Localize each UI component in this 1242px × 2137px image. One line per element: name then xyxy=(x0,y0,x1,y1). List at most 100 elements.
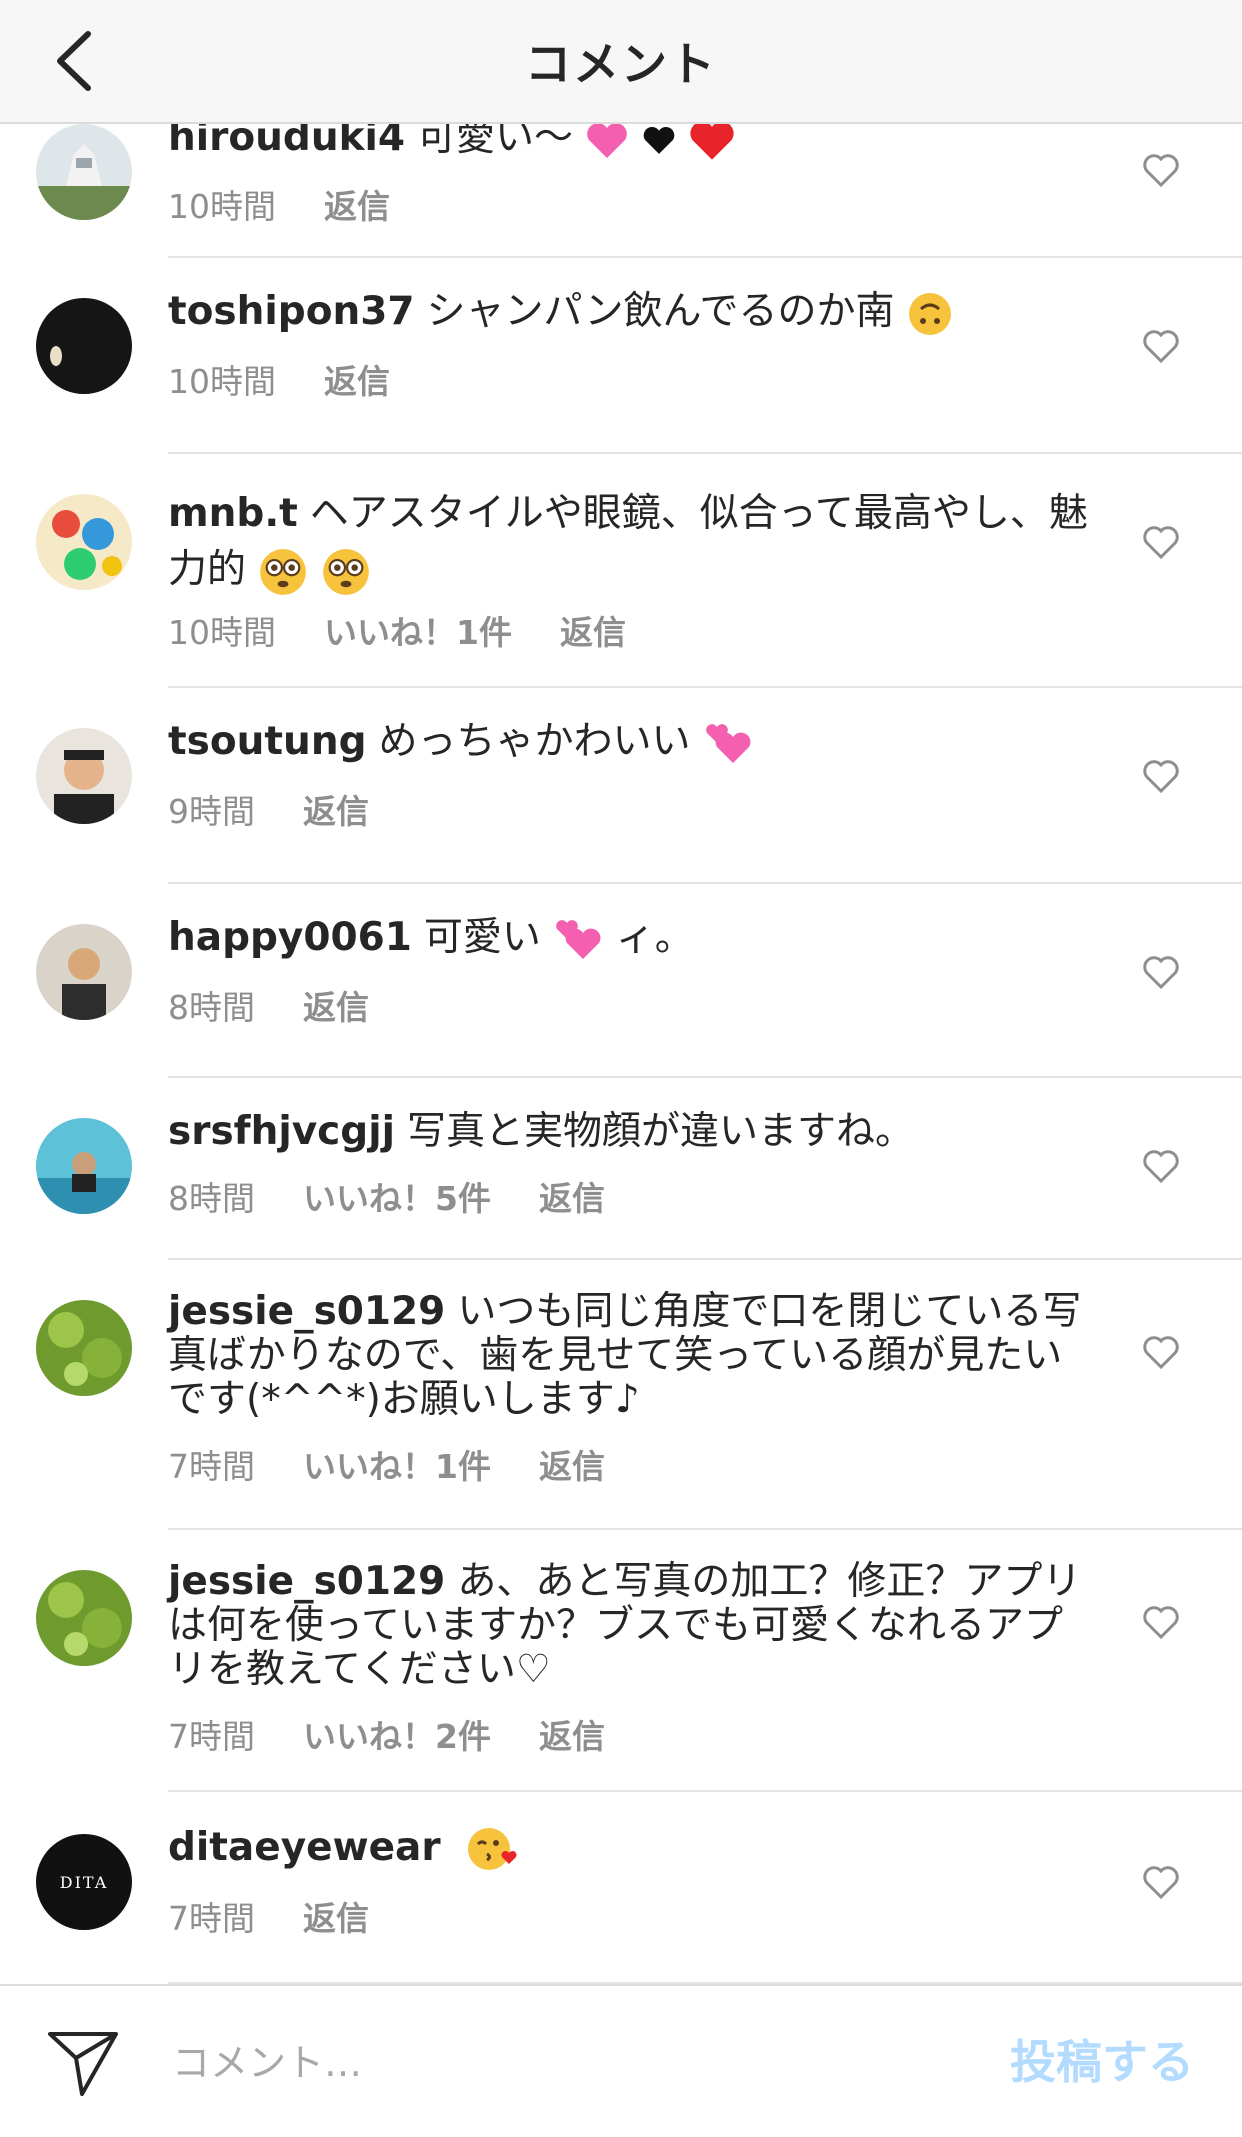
heart-icon[interactable] xyxy=(1142,758,1180,794)
post-button[interactable]: 投稿する xyxy=(1010,2026,1194,2092)
avatar[interactable] xyxy=(36,494,132,590)
heart-icon[interactable] xyxy=(1142,152,1180,188)
comment-username[interactable]: jessie_s0129 xyxy=(168,1559,445,1604)
comment-body: mnb.t ヘアスタイルや眼鏡、似合って最高やし、魅力的 10時間 いいね！1件 返信 xyxy=(168,486,1088,654)
comment-meta: 10時間 返信 xyxy=(168,355,1088,403)
avatar[interactable] xyxy=(36,124,132,220)
comment-time: 8時間 xyxy=(168,987,255,1027)
comment-time: 10時間 xyxy=(168,361,276,401)
heart-icon[interactable] xyxy=(1142,328,1180,364)
divider xyxy=(168,1076,1242,1078)
comment-message: シャンパン飲んでるのか南 xyxy=(426,289,895,334)
comment-username[interactable]: happy0061 xyxy=(168,915,412,960)
comment-meta: 7時間 いいね！1件 返信 xyxy=(168,1440,1088,1488)
comment-message: めっちゃかわいい xyxy=(378,719,691,764)
comment-text: jessie_s0129 あ、あと写真の加工？修正？アプリは何を使っていますか？ブ… xyxy=(168,1560,1088,1692)
comment-meta: 8時間 返信 xyxy=(168,981,1088,1029)
reply-button[interactable]: 返信 xyxy=(324,187,390,226)
comment-body: srsfhjvcgjj 写真と実物顔が違いますね。 8時間 いいね！5件 返信 xyxy=(168,1110,1088,1220)
avatar[interactable] xyxy=(36,1118,132,1214)
comment-meta: 9時間 返信 xyxy=(168,785,1088,833)
reply-button[interactable]: 返信 xyxy=(303,1899,369,1938)
divider xyxy=(168,256,1242,258)
avatar-logo-text: DITA xyxy=(59,1872,109,1892)
reply-button[interactable]: 返信 xyxy=(324,362,390,401)
paper-plane-icon[interactable] xyxy=(46,2028,120,2098)
avatar[interactable]: DITA xyxy=(36,1834,132,1930)
avatar[interactable] xyxy=(36,1300,132,1396)
comment-body: toshipon37 シャンパン飲んでるのか南 10時間 返信 xyxy=(168,290,1088,403)
comment-meta: 7時間 いいね！2件 返信 xyxy=(168,1710,1088,1758)
comment-message: 可愛い xyxy=(423,915,541,960)
heart-icon[interactable] xyxy=(1142,1864,1180,1900)
heart-icon[interactable] xyxy=(1142,1148,1180,1184)
reply-button[interactable]: 返信 xyxy=(303,792,369,831)
comment-body: tsoutung めっちゃかわいい 9時間 返信 xyxy=(168,720,1088,833)
reply-button[interactable]: 返信 xyxy=(303,988,369,1027)
header-bar: コメント xyxy=(0,0,1242,124)
heart-icon[interactable] xyxy=(1142,1334,1180,1370)
comment-text: srsfhjvcgjj 写真と実物顔が違いますね。 xyxy=(168,1110,1088,1154)
comment-text: tsoutung めっちゃかわいい xyxy=(168,720,1088,767)
comment-message: 可愛い〜 xyxy=(417,124,574,160)
comment-text: ditaeyewear xyxy=(168,1824,1088,1874)
comment-username[interactable]: srsfhjvcgjj xyxy=(168,1109,395,1154)
comment-time: 8時間 xyxy=(168,1179,255,1218)
flushed-face-icon xyxy=(323,548,369,595)
comment-meta: 8時間 いいね！5件 返信 xyxy=(168,1172,1088,1220)
upside-down-face-icon xyxy=(908,292,951,335)
comment-composer: コメント… 投稿する xyxy=(0,1984,1242,2137)
comment-username[interactable]: tsoutung xyxy=(168,719,367,764)
comment-username[interactable]: ditaeyewear xyxy=(168,1825,441,1870)
comment-username[interactable]: toshipon37 xyxy=(168,289,415,334)
comment-body: jessie_s0129 あ、あと写真の加工？修正？アプリは何を使っていますか？ブ… xyxy=(168,1560,1088,1758)
heart-icon[interactable] xyxy=(1142,954,1180,990)
divider xyxy=(168,1790,1242,1792)
comment-time: 10時間 xyxy=(168,186,276,226)
heart-icon[interactable] xyxy=(1142,1604,1180,1640)
comment-body: ditaeyewear 7時間 返信 xyxy=(168,1824,1088,1940)
divider xyxy=(168,452,1242,454)
heart-icon[interactable] xyxy=(1142,524,1180,560)
comment-time: 7時間 xyxy=(168,1447,255,1486)
divider xyxy=(168,1258,1242,1260)
comment-text: toshipon37 シャンパン飲んでるのか南 xyxy=(168,290,1088,337)
comment-time: 9時間 xyxy=(168,791,255,831)
likes-count[interactable]: いいね！1件 xyxy=(324,613,512,652)
comment-body: happy0061 可愛い ィ。 8時間 返信 xyxy=(168,916,1088,1029)
reply-button[interactable]: 返信 xyxy=(560,613,626,652)
reply-button[interactable]: 返信 xyxy=(539,1179,605,1218)
likes-count[interactable]: いいね！2件 xyxy=(303,1717,491,1756)
likes-count[interactable]: いいね！5件 xyxy=(303,1179,491,1218)
avatar[interactable] xyxy=(36,1570,132,1666)
likes-count[interactable]: いいね！1件 xyxy=(303,1447,491,1486)
comment-text: jessie_s0129 いつも同じ角度で口を閉じている写真ばかりなので、歯を見せ… xyxy=(168,1290,1088,1422)
divider xyxy=(168,1528,1242,1530)
comment-username[interactable]: hirouduki4 xyxy=(168,124,405,160)
reply-button[interactable]: 返信 xyxy=(539,1447,605,1486)
comment-body: jessie_s0129 いつも同じ角度で口を閉じている写真ばかりなので、歯を見せ… xyxy=(168,1290,1088,1488)
reply-button[interactable]: 返信 xyxy=(539,1717,605,1756)
black-heart-icon xyxy=(643,126,675,154)
comment-list[interactable]: hirouduki4 可愛い〜 10時間 返信 toshipon37 シャンパン飲んで… xyxy=(0,124,1242,1984)
flushed-face-icon xyxy=(260,548,307,595)
comment-meta: 7時間 返信 xyxy=(168,1892,1088,1940)
comment-username[interactable]: jessie_s0129 xyxy=(168,1289,445,1334)
comment-time: 7時間 xyxy=(168,1717,255,1756)
comment-body: hirouduki4 可愛い〜 10時間 返信 xyxy=(168,124,1088,228)
comment-text: hirouduki4 可愛い〜 xyxy=(168,124,1088,162)
avatar[interactable] xyxy=(36,924,132,1020)
comment-time: 10時間 xyxy=(168,613,276,652)
comment-message: 写真と実物顔が違いますね。 xyxy=(406,1109,914,1154)
comment-input[interactable]: コメント… xyxy=(172,2032,362,2087)
avatar[interactable] xyxy=(36,728,132,824)
comment-username[interactable]: mnb.t xyxy=(168,491,298,536)
divider xyxy=(168,686,1242,688)
comment-meta: 10時間 いいね！1件 返信 xyxy=(168,606,1088,654)
two-hearts-icon xyxy=(556,919,601,959)
comment-time: 7時間 xyxy=(168,1899,255,1938)
comment-message-tail: ィ。 xyxy=(615,915,694,960)
red-heart-icon xyxy=(690,124,734,160)
avatar[interactable] xyxy=(36,298,132,394)
comment-text: happy0061 可愛い ィ。 xyxy=(168,916,1088,963)
